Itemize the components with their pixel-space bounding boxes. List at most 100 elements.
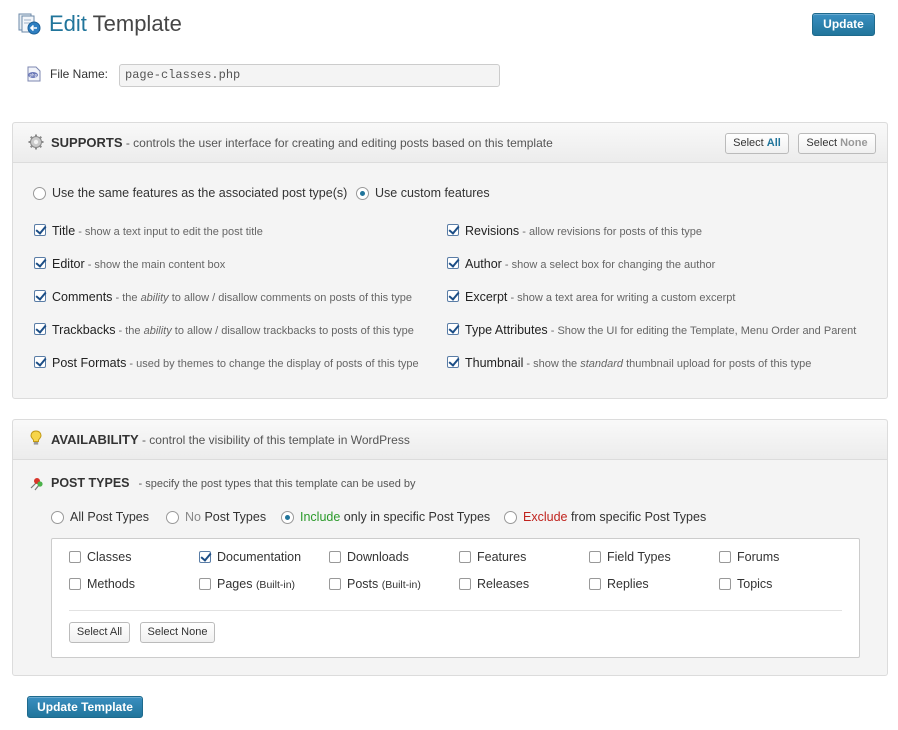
custom-features-radio[interactable]	[356, 187, 369, 200]
post-type-label: Posts	[347, 577, 379, 591]
feature-revisions-checkbox[interactable]	[447, 224, 459, 236]
post-type-label: Field Types	[607, 550, 671, 564]
supports-select-all-button[interactable]: Select All	[725, 133, 789, 154]
feature-name: Post Formats	[52, 356, 127, 370]
same-features-radio[interactable]	[33, 187, 46, 200]
supports-select-none-em: None	[840, 137, 868, 149]
supports-select-all-prefix: Select	[733, 137, 767, 149]
feature-name: Type Attributes	[465, 323, 548, 337]
file-name-field[interactable]: page-classes.php	[119, 64, 500, 87]
post-type-label: Replies	[607, 577, 649, 591]
feature-name: Editor	[52, 257, 85, 271]
feature-name: Trackbacks	[52, 323, 116, 337]
post-type-documentation-checkbox[interactable]	[199, 551, 211, 563]
feature-post-formats-checkbox[interactable]	[34, 356, 46, 368]
feature-comments: Comments - the ability to allow / disall…	[52, 290, 412, 304]
post-type-replies-checkbox[interactable]	[589, 578, 601, 590]
feature-name: Comments	[52, 290, 113, 304]
file-name-label: File Name:	[50, 67, 109, 81]
exclude-post-types-label: Exclude from specific Post Types	[523, 510, 706, 524]
no-post-types-em: No	[185, 510, 201, 524]
feature-type-attributes: Type Attributes - Show the UI for editin…	[465, 323, 856, 337]
feature-desc-b: to allow / disallow trackbacks to posts …	[171, 325, 414, 337]
no-post-types-radio[interactable]	[166, 511, 179, 524]
post-types-pins-icon	[28, 475, 44, 491]
update-button[interactable]: Update	[812, 13, 875, 36]
feature-editor-checkbox[interactable]	[34, 257, 46, 269]
lightbulb-icon	[30, 430, 42, 446]
post-type-pages-checkbox[interactable]	[199, 578, 211, 590]
post-type-label: Documentation	[217, 550, 302, 564]
all-post-types-em: All	[70, 510, 84, 524]
feature-trackbacks-checkbox[interactable]	[34, 323, 46, 335]
feature-desc-em: standard	[580, 358, 624, 370]
gear-icon	[28, 134, 44, 150]
availability-title: AVAILABILITY - control the visibility of…	[51, 432, 410, 447]
post-type-label: Classes	[87, 550, 132, 564]
feature-author-checkbox[interactable]	[447, 257, 459, 269]
edit-template-icon	[18, 12, 42, 36]
php-file-icon: php	[27, 66, 41, 82]
supports-title-label: SUPPORTS	[51, 135, 123, 150]
feature-post-formats: Post Formats - used by themes to change …	[52, 356, 419, 370]
feature-desc-em: ability	[140, 292, 169, 304]
no-post-types-rest: Post Types	[200, 510, 267, 524]
feature-title-checkbox[interactable]	[34, 224, 46, 236]
feature-name: Author	[465, 257, 502, 271]
post-type-forums-checkbox[interactable]	[719, 551, 731, 563]
post-type-methods-checkbox[interactable]	[69, 578, 81, 590]
feature-desc-a: - the	[112, 292, 141, 304]
feature-desc-b: thumbnail upload for posts of this type	[623, 358, 812, 370]
feature-desc: - allow revisions for posts of this type	[519, 226, 702, 238]
feature-name: Excerpt	[465, 290, 508, 304]
no-post-types-label: No Post Types	[185, 510, 266, 524]
supports-select-none-button[interactable]: Select None	[798, 133, 876, 154]
page-title-rest: Template	[86, 11, 182, 36]
same-features-label: Use the same features as the associated …	[52, 186, 348, 200]
post-type-features-checkbox[interactable]	[459, 551, 471, 563]
availability-title-label: AVAILABILITY	[51, 432, 139, 447]
post-types-divider	[69, 610, 842, 611]
post-type-label: Features	[477, 550, 527, 564]
exclude-rest: from specific Post Types	[567, 510, 707, 524]
all-post-types-radio[interactable]	[51, 511, 64, 524]
availability-description: - control the visibility of this templat…	[138, 433, 410, 447]
feature-trackbacks: Trackbacks - the ability to allow / disa…	[52, 323, 414, 337]
feature-desc-a: - show the	[523, 358, 581, 370]
post-types-heading: POST TYPES - specify the post types that …	[51, 476, 416, 490]
feature-name: Revisions	[465, 224, 520, 238]
exclude-post-types-radio[interactable]	[504, 511, 517, 524]
feature-type-attributes-checkbox[interactable]	[447, 323, 459, 335]
post-type-topics-checkbox[interactable]	[719, 578, 731, 590]
feature-comments-checkbox[interactable]	[34, 290, 46, 302]
feature-editor: Editor - show the main content box	[52, 257, 225, 271]
include-post-types-radio[interactable]	[281, 511, 294, 524]
feature-desc: - show a text area for writing a custom …	[507, 292, 736, 304]
page-title: Edit Template	[49, 10, 182, 38]
feature-thumbnail-checkbox[interactable]	[447, 356, 459, 368]
feature-name: Thumbnail	[465, 356, 524, 370]
post-type-label: Forums	[737, 550, 780, 564]
svg-text:php: php	[30, 73, 38, 78]
supports-select-all-em: All	[766, 137, 781, 149]
all-post-types-label: All Post Types	[70, 510, 149, 524]
feature-author: Author - show a select box for changing …	[465, 257, 715, 271]
post-type-suffix: (Built-in)	[255, 579, 296, 591]
post-type-downloads-checkbox[interactable]	[329, 551, 341, 563]
include-rest: only in specific Post Types	[340, 510, 491, 524]
post-type-releases-checkbox[interactable]	[459, 578, 471, 590]
post-types-select-all-button[interactable]: Select All	[69, 622, 130, 643]
post-types-select-none-button[interactable]: Select None	[140, 622, 215, 643]
all-post-types-rest: Post Types	[83, 510, 149, 524]
post-type-pages-label: Pages (Built-in)	[217, 577, 295, 591]
update-template-button[interactable]: Update Template	[27, 696, 143, 718]
exclude-em: Exclude	[523, 510, 568, 524]
feature-excerpt: Excerpt - show a text area for writing a…	[465, 290, 735, 304]
feature-desc-em: ability	[143, 325, 172, 337]
feature-desc: - Show the UI for editing the Template, …	[547, 325, 857, 337]
post-type-field-types-checkbox[interactable]	[589, 551, 601, 563]
post-type-classes-checkbox[interactable]	[69, 551, 81, 563]
feature-desc: - show a select box for changing the aut…	[501, 259, 716, 271]
feature-excerpt-checkbox[interactable]	[447, 290, 459, 302]
post-type-posts-checkbox[interactable]	[329, 578, 341, 590]
